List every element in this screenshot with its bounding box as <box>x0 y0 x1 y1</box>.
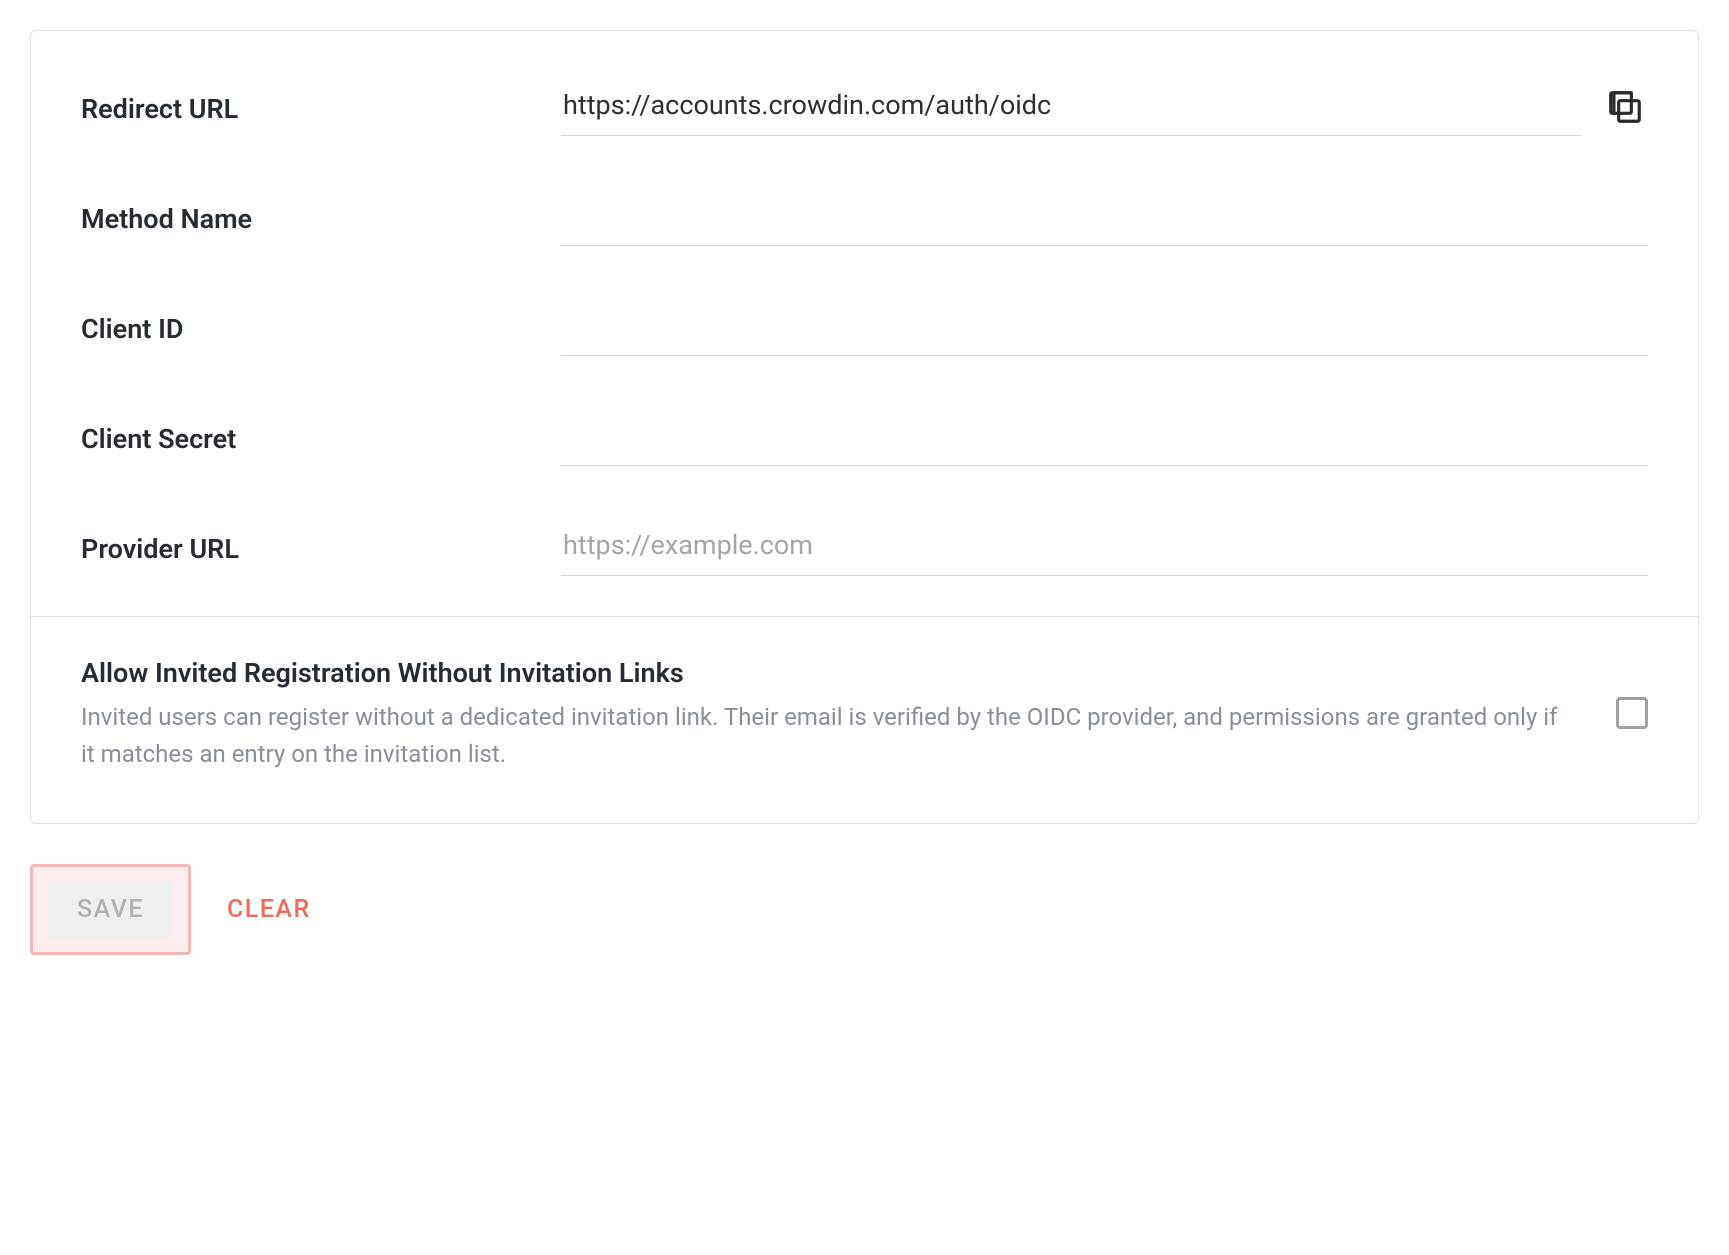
option-title: Allow Invited Registration Without Invit… <box>81 657 1576 689</box>
option-section: Allow Invited Registration Without Invit… <box>31 617 1698 823</box>
actions-bar: SAVE CLEAR <box>30 864 1699 955</box>
client-secret-input[interactable] <box>561 411 1648 466</box>
provider-url-input[interactable] <box>561 521 1648 576</box>
provider-url-label: Provider URL <box>81 533 561 565</box>
copy-button[interactable] <box>1602 84 1648 133</box>
redirect-url-input[interactable] <box>561 81 1582 136</box>
allow-invited-registration-checkbox[interactable] <box>1616 697 1648 729</box>
option-text: Allow Invited Registration Without Invit… <box>81 657 1576 773</box>
settings-card: Redirect URL Method Name Client ID <box>30 30 1699 824</box>
redirect-url-input-wrap <box>561 81 1648 136</box>
client-secret-input-wrap <box>561 411 1648 466</box>
field-provider-url: Provider URL <box>81 521 1648 576</box>
provider-url-input-wrap <box>561 521 1648 576</box>
field-method-name: Method Name <box>81 191 1648 246</box>
method-name-input[interactable] <box>561 191 1648 246</box>
client-id-input[interactable] <box>561 301 1648 356</box>
redirect-url-label: Redirect URL <box>81 93 561 125</box>
method-name-input-wrap <box>561 191 1648 246</box>
save-button[interactable]: SAVE <box>47 881 174 938</box>
client-id-label: Client ID <box>81 313 561 345</box>
field-client-secret: Client Secret <box>81 411 1648 466</box>
option-description: Invited users can register without a ded… <box>81 699 1576 773</box>
client-secret-label: Client Secret <box>81 423 561 455</box>
form-section: Redirect URL Method Name Client ID <box>31 31 1698 616</box>
method-name-label: Method Name <box>81 203 561 235</box>
field-redirect-url: Redirect URL <box>81 81 1648 136</box>
clear-button[interactable]: CLEAR <box>219 881 319 938</box>
save-highlight: SAVE <box>30 864 191 955</box>
copy-icon <box>1606 88 1644 126</box>
field-client-id: Client ID <box>81 301 1648 356</box>
client-id-input-wrap <box>561 301 1648 356</box>
